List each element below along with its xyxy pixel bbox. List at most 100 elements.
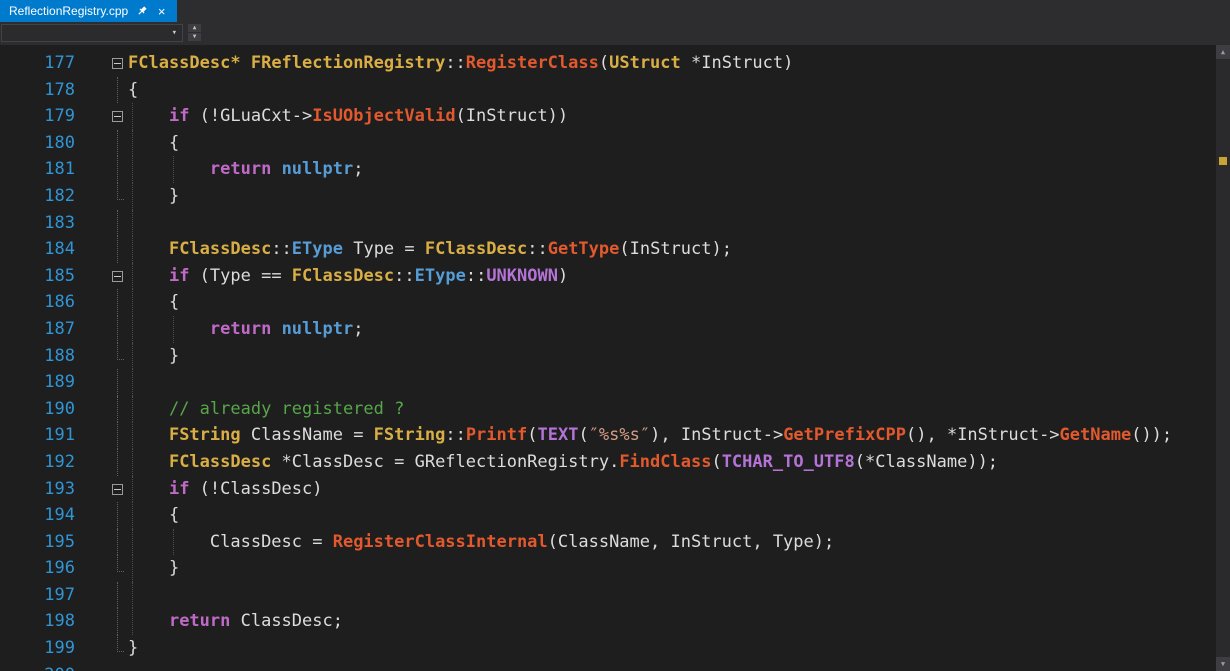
code-line[interactable]: 199} (0, 635, 1230, 662)
code-token: // already registered ? (168, 398, 405, 419)
code-token: :: (445, 53, 466, 73)
code-text[interactable]: { (128, 502, 1230, 529)
code-text[interactable]: { (128, 129, 1230, 157)
code-line[interactable]: 189 (0, 369, 1230, 396)
fold-collapse-button[interactable] (112, 58, 123, 69)
code-line[interactable]: 184 FClassDesc::EType Type = FClassDesc:… (0, 236, 1230, 263)
line-number[interactable]: 200 (0, 662, 75, 671)
code-token: *InStruct) (680, 53, 794, 73)
line-number[interactable]: 185 (0, 263, 75, 290)
code-text[interactable]: return ClassDesc; (128, 608, 1230, 636)
code-line[interactable]: 191 FString ClassName = FString::Printf(… (0, 422, 1230, 449)
code-line[interactable]: 178 { (0, 76, 1230, 104)
spin-up-icon[interactable]: ▲ (188, 24, 201, 32)
line-number[interactable]: 188 (0, 343, 75, 370)
document-tab[interactable]: ReflectionRegistry.cpp × (0, 0, 178, 22)
close-icon[interactable]: × (155, 5, 168, 18)
code-text[interactable] (128, 581, 1230, 609)
spin-down-icon[interactable]: ▼ (188, 33, 201, 41)
code-text[interactable]: FClassDesc *ClassDesc = GReflectionRegis… (128, 448, 1230, 476)
code-line[interactable]: 197 (0, 581, 1230, 609)
code-text[interactable]: } (128, 182, 1230, 210)
outline-margin (75, 315, 128, 343)
code-line[interactable]: 192 FClassDesc *ClassDesc = GReflectionR… (0, 448, 1230, 476)
line-number[interactable]: 196 (0, 555, 75, 582)
code-text[interactable]: ClassDesc = RegisterClassInternal(ClassN… (128, 528, 1230, 556)
code-token: UNKNOWN (486, 265, 558, 286)
scroll-down-icon[interactable]: ▼ (1216, 657, 1230, 671)
scroll-up-icon[interactable]: ▲ (1216, 45, 1230, 59)
code-text[interactable]: return nullptr; (128, 156, 1230, 183)
line-number[interactable]: 199 (0, 635, 75, 662)
code-line[interactable]: 182 } (0, 182, 1230, 210)
code-text[interactable]: } (128, 635, 1230, 662)
vertical-scrollbar[interactable]: ▲ ▼ (1216, 45, 1230, 671)
code-line[interactable]: 179 if (!GLuaCxt->IsUObjectValid(InStruc… (0, 103, 1230, 130)
line-number[interactable]: 182 (0, 183, 75, 210)
code-line[interactable]: 187 return nullptr; (0, 315, 1230, 343)
code-line[interactable]: 188 } (0, 342, 1230, 370)
code-line[interactable]: 181 return nullptr; (0, 156, 1230, 183)
code-text[interactable]: if (!GLuaCxt->IsUObjectValid(InStruct)) (128, 103, 1230, 130)
line-number[interactable]: 191 (0, 422, 75, 449)
code-line[interactable]: 194 { (0, 502, 1230, 529)
code-text[interactable]: } (128, 342, 1230, 370)
code-token: TEXT (537, 425, 579, 446)
line-number[interactable]: 190 (0, 396, 75, 423)
code-token: } (128, 558, 180, 579)
code-line[interactable]: 177 FClassDesc* FReflectionRegistry::Regi… (0, 50, 1230, 77)
code-line[interactable]: 180 { (0, 129, 1230, 157)
code-line[interactable]: 196 } (0, 555, 1230, 582)
code-text[interactable]: FClassDesc::EType Type = FClassDesc::Get… (128, 236, 1230, 263)
code-text[interactable] (128, 369, 1230, 396)
code-line[interactable]: 195 ClassDesc = RegisterClassInternal(Cl… (0, 528, 1230, 556)
code-editor[interactable]: 177 FClassDesc* FReflectionRegistry::Regi… (0, 45, 1230, 671)
navigation-bar: ▾ ▲ ▼ (0, 22, 1230, 45)
line-number[interactable]: 180 (0, 130, 75, 157)
code-line[interactable]: 200 (0, 662, 1230, 671)
code-text[interactable]: FString ClassName = FString::Printf(TEXT… (128, 422, 1230, 449)
line-number[interactable]: 187 (0, 316, 75, 343)
code-text[interactable] (128, 662, 1230, 671)
line-number[interactable]: 193 (0, 476, 75, 503)
line-number[interactable]: 181 (0, 156, 75, 183)
line-number[interactable]: 177 (0, 50, 75, 77)
code-text[interactable]: { (128, 289, 1230, 316)
code-line[interactable]: 183 (0, 209, 1230, 237)
line-number[interactable]: 178 (0, 77, 75, 104)
code-text[interactable]: { (128, 77, 1230, 104)
indent-guide (132, 289, 133, 316)
code-line[interactable]: 190 // already registered ? (0, 395, 1230, 423)
code-text[interactable]: return nullptr; (128, 315, 1230, 343)
code-token: (!GLuaCxt-> (189, 106, 313, 127)
outline-margin (75, 182, 128, 210)
line-number[interactable]: 179 (0, 103, 75, 130)
code-line[interactable]: 186 { (0, 289, 1230, 316)
fold-collapse-button[interactable] (112, 483, 123, 495)
line-number[interactable]: 183 (0, 210, 75, 237)
code-line[interactable]: 198 return ClassDesc; (0, 608, 1230, 636)
code-text[interactable]: if (Type == FClassDesc::EType::UNKNOWN) (128, 262, 1230, 290)
line-number[interactable]: 198 (0, 608, 75, 635)
code-text[interactable]: if (!ClassDesc) (128, 475, 1230, 503)
code-line[interactable]: 193 if (!ClassDesc) (0, 475, 1230, 503)
code-text[interactable]: FClassDesc* FReflectionRegistry::Registe… (128, 50, 1230, 77)
line-number[interactable]: 186 (0, 289, 75, 316)
line-number[interactable]: 197 (0, 582, 75, 609)
line-number[interactable]: 184 (0, 236, 75, 263)
fold-collapse-button[interactable] (112, 270, 123, 282)
code-token: (InStruct)) (455, 106, 569, 127)
code-text[interactable]: // already registered ? (128, 395, 1230, 423)
fold-collapse-button[interactable] (112, 111, 123, 123)
line-number[interactable]: 194 (0, 502, 75, 529)
code-text[interactable]: } (128, 555, 1230, 582)
scope-dropdown[interactable]: ▾ (1, 24, 183, 42)
line-number[interactable]: 195 (0, 529, 75, 556)
line-number[interactable]: 192 (0, 449, 75, 476)
pin-icon[interactable] (135, 5, 148, 18)
code-line[interactable]: 185 if (Type == FClassDesc::EType::UNKNO… (0, 262, 1230, 290)
line-number[interactable]: 189 (0, 369, 75, 396)
code-text[interactable] (128, 209, 1230, 237)
